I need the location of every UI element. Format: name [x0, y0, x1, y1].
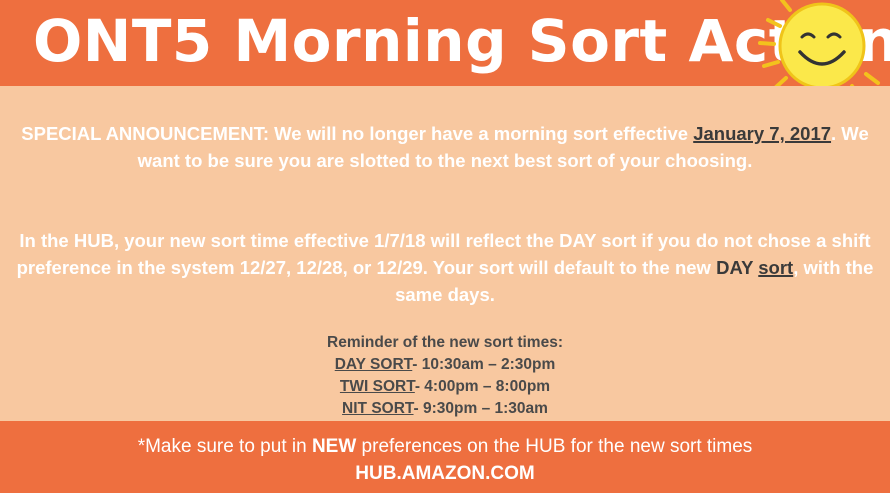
- sort-time: - 4:00pm – 8:00pm: [414, 378, 551, 395]
- sort-time: - 9:30pm – 1:30am: [413, 400, 548, 417]
- new-emphasis: NEW: [311, 436, 357, 457]
- sort-time-item: TWI SORT- 4:00pm – 8:00pm: [0, 376, 890, 398]
- sort-time-item: NIT SORT- 9:30pm – 1:30am: [0, 398, 890, 420]
- announcement-text-1: SPECIAL ANNOUNCEMENT: We will no longer …: [21, 123, 694, 144]
- sort-label: TWI SORT: [339, 378, 415, 395]
- sort-times-reminder: Reminder of the new sort times: DAY SORT…: [0, 332, 890, 420]
- special-announcement: SPECIAL ANNOUNCEMENT: We will no longer …: [0, 120, 890, 174]
- effective-date: January 7, 2017: [693, 123, 832, 144]
- hub-notice: In the HUB, your new sort time effective…: [0, 227, 890, 308]
- day-word: DAY: [716, 257, 754, 278]
- sort-time: - 10:30am – 2:30pm: [412, 356, 556, 373]
- sort-time-item: DAY SORT- 10:30am – 2:30pm: [0, 354, 890, 376]
- hub-url: HUB.AMAZON.COM: [355, 463, 535, 484]
- footer-instruction: *Make sure to put in NEW preferences on …: [137, 436, 753, 457]
- sort-label: NIT SORT: [342, 400, 414, 417]
- reminder-heading: Reminder of the new sort times:: [327, 334, 563, 351]
- sort-label: DAY SORT: [334, 356, 413, 373]
- footer-banner: *Make sure to put in NEW preferences on …: [0, 421, 890, 493]
- header-banner: ONT5 Morning Sort Actions: [0, 0, 890, 113]
- announcement-panel: SPECIAL ANNOUNCEMENT: We will no longer …: [0, 86, 890, 421]
- sort-word: sort: [758, 257, 794, 278]
